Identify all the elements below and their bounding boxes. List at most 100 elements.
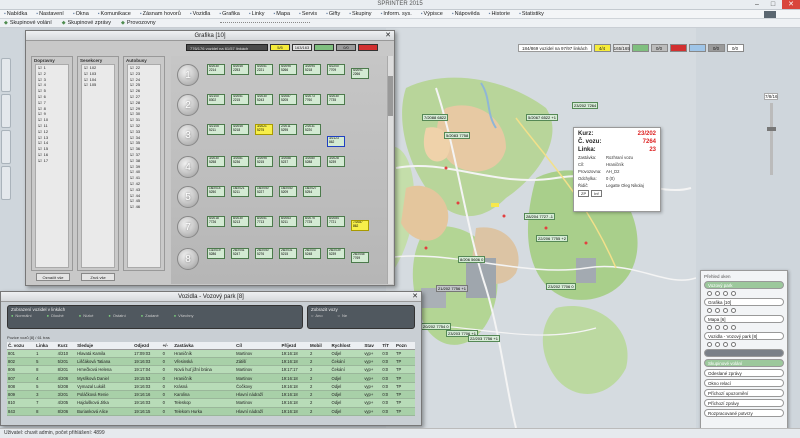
menu-item[interactable]: Grafika: [219, 11, 240, 17]
display-option-radio[interactable]: Nízké: [79, 313, 93, 318]
map-vehicle[interactable]: 8/206 5606 0: [458, 256, 486, 263]
vozidla-title-bar[interactable]: Vozidla - Vozový park [8] ✕: [1, 292, 421, 302]
select-all-button[interactable]: Označit vše: [36, 273, 70, 281]
vehicle-box[interactable]: 3/2094 5218: [303, 64, 321, 75]
vehicle-box[interactable]: 26/2039 5239: [327, 248, 345, 259]
vehicle-box[interactable]: 3/2030 5258: [207, 156, 225, 167]
window-control-dot[interactable]: [707, 308, 712, 313]
map-filter-swatch[interactable]: [688, 43, 706, 52]
vehicle-box[interactable]: 3/2123 862: [327, 136, 345, 147]
map-vehicle[interactable]: 23/202 7264: [572, 102, 599, 109]
display-option-radio[interactable]: Dlouhé: [47, 313, 64, 318]
grafika-filter-swatch[interactable]: 163/163: [292, 44, 312, 51]
vehicle-box[interactable]: 8/2084 7721: [327, 216, 345, 227]
column-header[interactable]: Odjezd: [133, 342, 162, 350]
close-icon[interactable]: ✕: [385, 31, 391, 41]
vehicle-box[interactable]: 18/2040 5227: [255, 186, 273, 197]
window-control-dot[interactable]: [715, 291, 720, 296]
vehicle-box[interactable]: 3/2095 5215: [255, 156, 273, 167]
close-icon[interactable]: ✕: [412, 292, 418, 302]
vehicle-box[interactable]: 4/2105 5211: [207, 124, 225, 135]
window-control-dot[interactable]: [707, 342, 712, 347]
vehicle-box[interactable]: 26/2041 5247: [231, 248, 249, 259]
window-control-dot[interactable]: [731, 308, 736, 313]
window-list-item[interactable]: Mapa [6]: [704, 315, 784, 323]
vehicle-box[interactable]: 5/2018 7726: [207, 216, 225, 227]
window-control-dot[interactable]: [715, 342, 720, 347]
window-list-item[interactable]: Odeslané zprávy: [704, 369, 784, 377]
window-control-dot[interactable]: [707, 325, 712, 330]
window-control-dot[interactable]: [731, 325, 736, 330]
grafika-filter-swatch[interactable]: 5/5: [270, 44, 290, 51]
column-header[interactable]: Mobil: [309, 342, 331, 350]
map-vehicle[interactable]: 5/2067 6522 +1: [526, 114, 558, 121]
side-tab[interactable]: [1, 130, 11, 164]
menu-item[interactable]: Okna: [73, 11, 89, 17]
zoom-knob[interactable]: [766, 127, 776, 131]
toolbar-button[interactable]: Skupinové zprávy: [62, 20, 111, 26]
map-filter-swatch[interactable]: [669, 43, 687, 52]
map-filter-swatch[interactable]: 0/0: [726, 43, 744, 52]
map-vehicle[interactable]: 5/2083 7758: [444, 132, 471, 139]
side-tab[interactable]: [1, 94, 11, 128]
close-button[interactable]: ✕: [782, 0, 800, 9]
vehicle-box[interactable]: 4/2030 5243: [255, 94, 273, 105]
window-list-item[interactable]: Příchozí upozornění: [704, 389, 784, 397]
window-control-dot[interactable]: [731, 291, 736, 296]
vehicle-box[interactable]: 2/2031 5220: [303, 124, 321, 135]
vehicle-box[interactable]: 18/2014 5250: [207, 186, 225, 197]
table-row[interactable]: 801 1 4/210 Hlavatá Kamila 17:09:03 0 Hraniční…: [7, 349, 415, 358]
map-filter-swatch[interactable]: 4/4: [593, 43, 611, 52]
menu-item[interactable]: Komunikace: [98, 11, 131, 17]
menu-item[interactable]: Inform. sys.: [381, 11, 411, 17]
window-list-item[interactable]: Skupinové volání: [704, 359, 784, 367]
menu-item[interactable]: Gifty: [326, 11, 340, 17]
table-row[interactable]: 802 5 5/201 Liščáková Tatiana 19:16:03 0 Vřesi…: [7, 357, 415, 367]
grafika-filter-swatch[interactable]: 0/0: [336, 44, 356, 51]
display-option-radio[interactable]: Všechny: [174, 313, 193, 318]
scroll-thumb[interactable]: [388, 76, 393, 116]
map-filter-swatch[interactable]: 165/165: [612, 43, 630, 52]
menu-item[interactable]: Nápověda: [452, 11, 480, 17]
window-list-item[interactable]: [704, 349, 784, 357]
map-vehicle[interactable]: 20/202 7754 0: [421, 323, 451, 330]
vehicle-box[interactable]: 26/2040 5276: [255, 248, 273, 259]
window-list-item[interactable]: Rozpracované potvrzy: [704, 409, 784, 417]
vehicle-box[interactable]: 5/2051 2221: [255, 64, 273, 75]
vehicle-box[interactable]: 5/2200 7709: [327, 64, 345, 75]
toolbar-button[interactable]: Provozovny: [121, 20, 156, 26]
vehicle-box[interactable]: 2/2011 5295: [279, 124, 297, 135]
vehicle-box[interactable]: 26/2045 7769: [351, 252, 369, 263]
table-row[interactable]: 807 4 4/206 Myslíková Daniel 19:15:53 0 Hranič…: [7, 373, 415, 383]
window-control-dot[interactable]: [715, 325, 720, 330]
vehicle-box[interactable]: 4/2045 5218: [231, 124, 249, 135]
vehicle-box[interactable]: 8/2051 7713: [255, 216, 273, 227]
map-vehicle[interactable]: 28/204 7727 -1: [524, 213, 555, 220]
grafika-canvas[interactable]: 1 6/2030 2214 5/2045 2253 5/2051 2221 5/2095…: [171, 56, 389, 284]
map-filter-swatch[interactable]: [631, 43, 649, 52]
side-tab[interactable]: [1, 166, 11, 200]
menu-item[interactable]: Servis: [299, 11, 317, 17]
window-list-item[interactable]: Vozidla - Vozový park [8]: [704, 332, 784, 340]
menu-item[interactable]: Linky: [249, 11, 265, 17]
vehicle-box[interactable]: 8/2075 7725: [303, 216, 321, 227]
window-control-dot[interactable]: [723, 342, 728, 347]
menu-item[interactable]: Nabídka: [4, 11, 28, 17]
map-vehicle[interactable]: 23/202 7706 0: [546, 283, 576, 290]
map-vehicle[interactable]: 22/203 7756 +1: [468, 335, 500, 342]
vehicle-box[interactable]: 8/2030 5213: [231, 216, 249, 227]
filter-checkbox[interactable]: 46: [128, 204, 160, 210]
vehicle-box[interactable]: 3/2088 5237: [279, 156, 297, 167]
table-row[interactable]: 806 8 8/201 Hrnečková Helena 19:17:04 0 Nová h…: [7, 365, 415, 375]
window-control-dot[interactable]: [707, 291, 712, 296]
vehicle-box[interactable]: 4/2100 8302: [207, 94, 225, 105]
vehicle-box[interactable]: 5/2045 2253: [231, 64, 249, 75]
grafika-scrollbar[interactable]: [387, 56, 393, 284]
column-header[interactable]: Cíl: [235, 342, 281, 350]
vehicle-box[interactable]: 26/2031 5215: [279, 248, 297, 259]
column-header[interactable]: Kurz: [56, 342, 77, 350]
grafika-filter-swatch[interactable]: [358, 44, 378, 51]
vehicle-box[interactable]: 18/2021 5211: [231, 186, 249, 197]
table-row[interactable]: 810 7 4/205 Hajdušková Jitka 19:16:03 0 Telesk…: [7, 398, 415, 408]
map-view[interactable]: 23/202 7264 5/2067 6522 +1 28/204 7727 -…: [386, 28, 696, 433]
